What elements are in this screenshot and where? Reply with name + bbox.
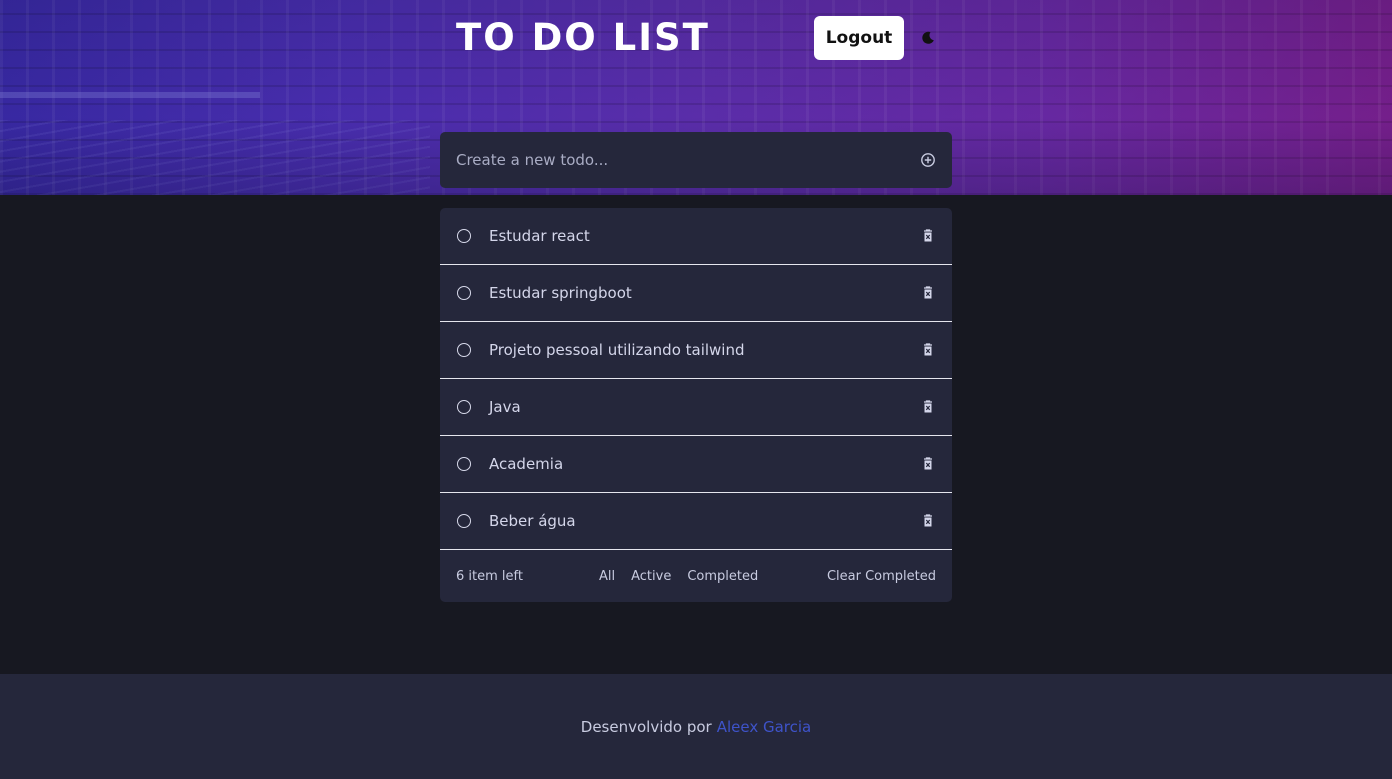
delete-todo-button[interactable] xyxy=(920,456,936,472)
trash-icon xyxy=(924,514,932,527)
todo-item: Estudar springboot xyxy=(440,265,952,322)
trash-icon xyxy=(924,343,932,356)
todo-list-footer: 6 item left All Active Completed Clear C… xyxy=(440,550,952,602)
todo-text: Projeto pessoal utilizando tailwind xyxy=(489,341,745,359)
todo-item: Academia xyxy=(440,436,952,493)
theme-toggle-button[interactable] xyxy=(918,28,938,48)
todo-checkbox[interactable] xyxy=(457,229,471,243)
new-todo-input[interactable] xyxy=(456,151,920,169)
filter-active[interactable]: Active xyxy=(631,569,671,584)
delete-todo-button[interactable] xyxy=(920,399,936,415)
trash-icon xyxy=(924,457,932,470)
add-todo-button[interactable] xyxy=(920,152,936,168)
trash-icon xyxy=(924,229,932,242)
todo-checkbox[interactable] xyxy=(457,400,471,414)
page-title: TO DO LIST xyxy=(456,16,710,59)
todo-checkbox[interactable] xyxy=(457,457,471,471)
logout-button[interactable]: Logout xyxy=(814,16,904,60)
todo-item: Estudar react xyxy=(440,208,952,265)
todo-item: Java xyxy=(440,379,952,436)
filter-group: All Active Completed xyxy=(596,569,827,584)
trash-icon xyxy=(924,400,932,413)
clear-completed-button[interactable]: Clear Completed xyxy=(827,569,936,584)
author-link[interactable]: Aleex Garcia xyxy=(717,718,812,736)
todo-list: Estudar react Estudar springboot Projeto… xyxy=(440,208,952,602)
todo-checkbox[interactable] xyxy=(457,514,471,528)
delete-todo-button[interactable] xyxy=(920,513,936,529)
page-footer: Desenvolvido por Aleex Garcia xyxy=(0,674,1392,779)
todo-text: Academia xyxy=(489,455,564,473)
todo-text: Java xyxy=(489,398,521,416)
filter-completed[interactable]: Completed xyxy=(687,569,758,584)
items-left-count: 6 item left xyxy=(456,568,523,584)
plus-circle-icon xyxy=(921,153,935,167)
delete-todo-button[interactable] xyxy=(920,228,936,244)
todo-item: Projeto pessoal utilizando tailwind xyxy=(440,322,952,379)
todo-checkbox[interactable] xyxy=(457,286,471,300)
footer-text: Desenvolvido por xyxy=(580,717,712,736)
todo-checkbox[interactable] xyxy=(457,343,471,357)
delete-todo-button[interactable] xyxy=(920,342,936,358)
new-todo-bar xyxy=(440,132,952,188)
todo-text: Beber água xyxy=(489,512,576,530)
filter-all[interactable]: All xyxy=(599,569,615,584)
todo-item: Beber água xyxy=(440,493,952,550)
todo-text: Estudar react xyxy=(489,227,590,245)
delete-todo-button[interactable] xyxy=(920,285,936,301)
todo-text: Estudar springboot xyxy=(489,284,632,302)
trash-icon xyxy=(924,286,932,299)
moon-icon xyxy=(922,31,934,44)
